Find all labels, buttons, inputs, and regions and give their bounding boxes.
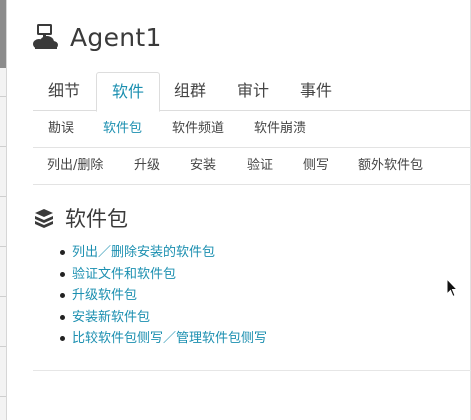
bullet-icon — [60, 271, 65, 277]
page-title: Agent1 — [70, 22, 162, 52]
tab-software[interactable]: 软件 — [96, 72, 160, 112]
subtab-packages[interactable]: 软件包 — [103, 111, 142, 147]
link-upgrade-packages[interactable]: 升级软件包 — [72, 288, 137, 303]
main-tabs: 细节 软件 组群 审计 事件 — [33, 72, 471, 112]
scrollbar-thumb[interactable] — [0, 0, 6, 68]
page-header: Agent1 — [30, 20, 162, 54]
packages-icon — [35, 209, 53, 228]
link-list-remove-installed[interactable]: 列出／删除安装的软件包 — [72, 245, 215, 260]
tab-details[interactable]: 细节 — [33, 72, 95, 110]
list-item: 列出／删除安装的软件包 — [60, 242, 267, 264]
section-heading: 软件包 — [33, 204, 128, 232]
row-divider — [0, 146, 6, 147]
subtab-errata[interactable]: 勘误 — [48, 111, 74, 147]
row-divider — [0, 96, 6, 97]
row-divider — [0, 346, 6, 347]
subtab-software-channels[interactable]: 软件频道 — [172, 111, 224, 147]
subtab-software-crashes[interactable]: 软件崩溃 — [254, 111, 306, 147]
row-divider — [0, 196, 6, 197]
action-upgrade[interactable]: 升级 — [134, 148, 160, 184]
action-extra-packages[interactable]: 额外软件包 — [358, 148, 423, 184]
section-title: 软件包 — [65, 207, 128, 231]
tab-audit[interactable]: 审计 — [222, 72, 284, 110]
list-item: 比较软件包侧写／管理软件包侧写 — [60, 328, 267, 350]
list-item: 验证文件和软件包 — [60, 264, 267, 286]
link-install-new-packages[interactable]: 安装新软件包 — [72, 310, 150, 325]
content-divider — [33, 370, 471, 371]
action-install[interactable]: 安装 — [190, 148, 216, 184]
bullet-icon — [60, 336, 65, 342]
server-cloud-icon — [33, 24, 58, 49]
package-actions: 列出/删除 升级 安装 验证 侧写 额外软件包 — [33, 148, 471, 185]
list-item: 安装新软件包 — [60, 307, 267, 329]
link-compare-profiles[interactable]: 比较软件包侧写／管理软件包侧写 — [72, 331, 267, 346]
row-divider — [0, 246, 6, 247]
bullet-icon — [60, 314, 65, 320]
package-links-list: 列出／删除安装的软件包 验证文件和软件包 升级软件包 安装新软件包 比较软件包侧… — [60, 242, 267, 350]
action-list-remove[interactable]: 列出/删除 — [47, 148, 103, 184]
software-subtabs: 勘误 软件包 软件频道 软件崩溃 — [33, 111, 471, 148]
list-item: 升级软件包 — [60, 285, 267, 307]
bullet-icon — [60, 250, 65, 255]
bullet-icon — [60, 293, 65, 299]
action-verify[interactable]: 验证 — [247, 148, 273, 184]
left-panel-edge — [0, 0, 7, 420]
row-divider — [0, 296, 6, 297]
mouse-pointer-icon — [446, 278, 458, 298]
tab-events[interactable]: 事件 — [285, 72, 347, 110]
link-verify-files[interactable]: 验证文件和软件包 — [72, 267, 176, 282]
action-profiles[interactable]: 侧写 — [303, 148, 329, 184]
row-divider — [0, 396, 6, 397]
tab-groups[interactable]: 组群 — [159, 72, 221, 110]
